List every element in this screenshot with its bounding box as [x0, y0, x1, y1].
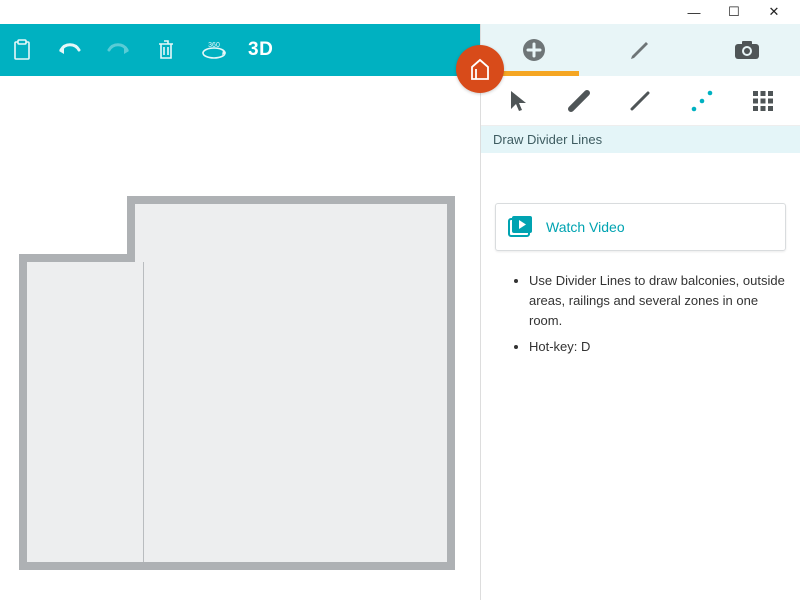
- hint-text: Draw Divider Lines: [493, 132, 602, 147]
- tool-select[interactable]: [498, 83, 538, 119]
- thick-line-icon: [566, 88, 592, 114]
- play-video-icon: [508, 214, 534, 240]
- window-minimize-button[interactable]: —: [674, 1, 714, 23]
- tip-item: Hot-key: D: [529, 337, 786, 357]
- mode-3d-button[interactable]: 3D: [248, 39, 273, 61]
- window-close-button[interactable]: ✕: [754, 1, 794, 23]
- tool-dotted-line[interactable]: [682, 83, 722, 119]
- plus-circle-icon: [521, 37, 547, 63]
- window-maximize-button[interactable]: ☐: [714, 1, 754, 23]
- tool-grid[interactable]: [743, 83, 783, 119]
- mode-tabs: [481, 24, 800, 76]
- left-pane: 360 3D: [0, 24, 480, 600]
- cursor-icon: [507, 89, 529, 113]
- watch-video-label: Watch Video: [546, 219, 625, 235]
- house-icon: [466, 55, 494, 83]
- tab-camera[interactable]: [694, 24, 800, 76]
- window-controls: — ☐ ✕: [0, 0, 800, 24]
- tool-line-thick[interactable]: [559, 83, 599, 119]
- rotate-360-icon[interactable]: 360: [200, 36, 228, 64]
- clipboard-icon[interactable]: [8, 36, 36, 64]
- app-logo-badge[interactable]: [456, 45, 504, 93]
- grid-icon: [752, 90, 774, 112]
- right-pane: Draw Divider Lines Watch Video Use Divid…: [480, 24, 800, 600]
- tip-item: Use Divider Lines to draw balconies, out…: [529, 271, 786, 331]
- pencil-icon: [628, 38, 652, 62]
- main-toolbar: 360 3D: [0, 24, 480, 76]
- camera-icon: [733, 39, 761, 61]
- tool-line-thin[interactable]: [620, 83, 660, 119]
- panel-content: Watch Video Use Divider Lines to draw ba…: [481, 153, 800, 600]
- trash-icon[interactable]: [152, 36, 180, 64]
- thin-line-icon: [627, 88, 653, 114]
- watch-video-card[interactable]: Watch Video: [495, 203, 786, 251]
- tab-edit[interactable]: [587, 24, 693, 76]
- draw-tool-row: [481, 76, 800, 126]
- hint-bar: Draw Divider Lines: [481, 126, 800, 153]
- undo-icon[interactable]: [56, 36, 84, 64]
- dotted-line-icon: [688, 87, 716, 115]
- floorplan-canvas[interactable]: [0, 76, 480, 600]
- floorplan-shape: [19, 196, 455, 570]
- redo-icon[interactable]: [104, 36, 132, 64]
- svg-text:360: 360: [208, 42, 220, 49]
- tips-list: Use Divider Lines to draw balconies, out…: [495, 271, 786, 358]
